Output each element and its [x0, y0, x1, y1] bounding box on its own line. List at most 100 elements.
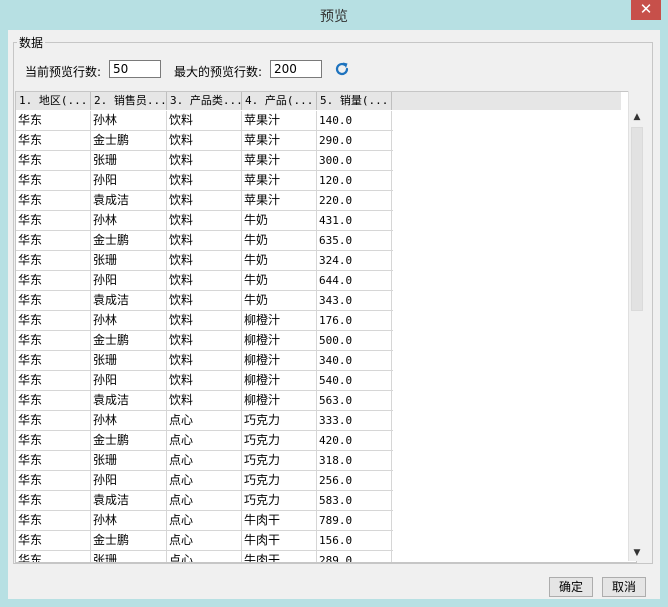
table-cell: 540.0 [317, 371, 392, 391]
title-bar[interactable]: 预览 ✕ [0, 0, 668, 30]
table-cell: 华东 [16, 531, 91, 551]
column-header-3[interactable]: 3. 产品类... [167, 92, 242, 110]
cancel-button[interactable]: 取消 [602, 577, 646, 597]
table-row[interactable]: 华东 袁成洁 饮料 苹果汁 220.0 [16, 191, 393, 211]
table-cell: 巧克力 [242, 411, 317, 431]
table-cell: 孙阳 [91, 371, 167, 391]
table-cell: 巧克力 [242, 451, 317, 471]
ok-button[interactable]: 确定 [549, 577, 593, 597]
table-cell: 点心 [167, 471, 242, 491]
table-cell: 华东 [16, 291, 91, 311]
table-cell: 饮料 [167, 211, 242, 231]
table-row[interactable]: 华东 孙阳 饮料 苹果汁 120.0 [16, 171, 393, 191]
table-cell: 牛奶 [242, 231, 317, 251]
table-cell: 张珊 [91, 451, 167, 471]
table-cell: 饮料 [167, 371, 242, 391]
table-cell: 华东 [16, 331, 91, 351]
max-rows-label: 最大的预览行数: [174, 65, 263, 79]
table-cell: 华东 [16, 171, 91, 191]
table-row[interactable]: 华东 金士鹏 饮料 苹果汁 290.0 [16, 131, 393, 151]
current-rows-input[interactable] [109, 60, 161, 78]
table-row[interactable]: 华东 金士鹏 点心 巧克力 420.0 [16, 431, 393, 451]
table-row[interactable]: 华东 孙阳 饮料 牛奶 644.0 [16, 271, 393, 291]
scroll-up-icon[interactable]: ▲ [629, 109, 645, 125]
table-cell: 华东 [16, 391, 91, 411]
table-row[interactable]: 华东 张珊 饮料 苹果汁 300.0 [16, 151, 393, 171]
table-row[interactable]: 华东 袁成洁 点心 巧克力 583.0 [16, 491, 393, 511]
table-cell: 563.0 [317, 391, 392, 411]
table-row[interactable]: 华东 孙林 点心 牛肉干 789.0 [16, 511, 393, 531]
table-row[interactable]: 华东 金士鹏 点心 牛肉干 156.0 [16, 531, 393, 551]
table-header: 1. 地区(... 2. 销售员... 3. 产品类... 4. 产品(... 5. 销… [16, 92, 621, 110]
table-cell: 华东 [16, 211, 91, 231]
table-cell: 牛奶 [242, 271, 317, 291]
table-row[interactable]: 华东 孙阳 饮料 柳橙汁 540.0 [16, 371, 393, 391]
refresh-icon[interactable] [333, 60, 351, 78]
table-cell: 华东 [16, 551, 91, 562]
table-cell: 256.0 [317, 471, 392, 491]
table-cell: 饮料 [167, 391, 242, 411]
vertical-scrollbar[interactable]: ▲ ▼ [628, 91, 645, 561]
table-row[interactable]: 华东 张珊 点心 牛肉干 289.0 [16, 551, 393, 562]
table-cell: 孙林 [91, 211, 167, 231]
table-row[interactable]: 华东 孙阳 点心 巧克力 256.0 [16, 471, 393, 491]
table-cell: 张珊 [91, 151, 167, 171]
table-cell: 华东 [16, 151, 91, 171]
table-row[interactable]: 华东 孙林 饮料 柳橙汁 176.0 [16, 311, 393, 331]
column-header-2[interactable]: 2. 销售员... [91, 92, 167, 110]
close-icon: ✕ [639, 0, 653, 18]
column-header-1[interactable]: 1. 地区(... [16, 92, 91, 110]
max-rows-input[interactable] [270, 60, 322, 78]
table-cell: 苹果汁 [242, 131, 317, 151]
table-cell: 饮料 [167, 351, 242, 371]
table-row[interactable]: 华东 张珊 饮料 柳橙汁 340.0 [16, 351, 393, 371]
scroll-down-icon[interactable]: ▼ [629, 545, 645, 561]
table-cell: 张珊 [91, 551, 167, 562]
table-row[interactable]: 华东 袁成洁 饮料 柳橙汁 563.0 [16, 391, 393, 411]
table-cell: 孙林 [91, 111, 167, 131]
table-cell: 饮料 [167, 191, 242, 211]
table-cell: 华东 [16, 191, 91, 211]
table-cell: 华东 [16, 131, 91, 151]
table-cell: 苹果汁 [242, 151, 317, 171]
table-cell: 420.0 [317, 431, 392, 451]
scroll-thumb[interactable] [631, 127, 643, 311]
table-row[interactable]: 华东 金士鹏 饮料 牛奶 635.0 [16, 231, 393, 251]
table-cell: 431.0 [317, 211, 392, 231]
table-cell: 巧克力 [242, 471, 317, 491]
close-button[interactable]: ✕ [631, 0, 661, 20]
table-cell: 583.0 [317, 491, 392, 511]
column-header-5[interactable]: 5. 销量(... [317, 92, 392, 110]
table-cell: 袁成洁 [91, 191, 167, 211]
table-cell: 苹果汁 [242, 171, 317, 191]
table-cell: 张珊 [91, 351, 167, 371]
table-cell: 饮料 [167, 331, 242, 351]
table-row[interactable]: 华东 张珊 点心 巧克力 318.0 [16, 451, 393, 471]
table-cell: 176.0 [317, 311, 392, 331]
table-cell: 金士鹏 [91, 131, 167, 151]
table-row[interactable]: 华东 孙林 点心 巧克力 333.0 [16, 411, 393, 431]
table-cell: 635.0 [317, 231, 392, 251]
table-cell: 点心 [167, 531, 242, 551]
table-cell: 饮料 [167, 231, 242, 251]
table-cell: 牛肉干 [242, 551, 317, 562]
table-row[interactable]: 华东 孙林 饮料 苹果汁 140.0 [16, 111, 393, 131]
table-row[interactable]: 华东 孙林 饮料 牛奶 431.0 [16, 211, 393, 231]
preview-dialog: 预览 ✕ 数据 当前预览行数: 最大的预览行数: 1. 地区(...2. 销售员… [0, 0, 668, 607]
table-cell: 袁成洁 [91, 391, 167, 411]
table-cell: 牛肉干 [242, 531, 317, 551]
table-cell: 苹果汁 [242, 111, 317, 131]
table-row[interactable]: 华东 金士鹏 饮料 柳橙汁 500.0 [16, 331, 393, 351]
table-cell: 柳橙汁 [242, 351, 317, 371]
table-cell: 220.0 [317, 191, 392, 211]
table-row[interactable]: 华东 张珊 饮料 牛奶 324.0 [16, 251, 393, 271]
table-cell: 点心 [167, 551, 242, 562]
table-cell: 644.0 [317, 271, 392, 291]
table-cell: 华东 [16, 511, 91, 531]
group-legend: 数据 [19, 36, 44, 50]
dialog-body: 数据 当前预览行数: 最大的预览行数: 1. 地区(...2. 销售员...3.… [8, 30, 660, 599]
table-row[interactable]: 华东 袁成洁 饮料 牛奶 343.0 [16, 291, 393, 311]
table-cell: 500.0 [317, 331, 392, 351]
table-cell: 牛奶 [242, 211, 317, 231]
column-header-4[interactable]: 4. 产品(... [242, 92, 317, 110]
